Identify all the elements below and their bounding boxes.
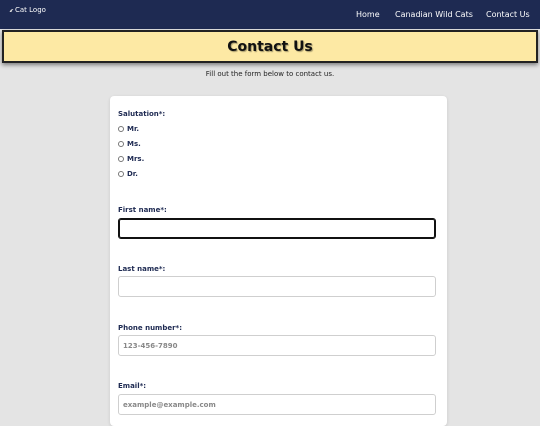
nav-link-home[interactable]: Home bbox=[356, 10, 380, 19]
nav-link-canadian-wild-cats[interactable]: Canadian Wild Cats bbox=[395, 10, 473, 19]
phone-number-label: Phone number*: bbox=[118, 324, 183, 332]
salutation-option-ms[interactable]: Ms. bbox=[118, 140, 141, 148]
logo-text: Cat Logo bbox=[15, 6, 46, 14]
radio-label: Mrs. bbox=[127, 155, 145, 163]
site-logo[interactable]: Cat Logo bbox=[9, 6, 46, 14]
radio-button[interactable] bbox=[118, 156, 124, 162]
salutation-label: Salutation*: bbox=[118, 110, 166, 118]
page-banner: Contact Us bbox=[2, 30, 538, 63]
first-name-input[interactable] bbox=[118, 218, 436, 239]
radio-label: Dr. bbox=[127, 170, 138, 178]
last-name-label: Last name*: bbox=[118, 265, 166, 273]
intro-text: Fill out the form below to contact us. bbox=[205, 70, 335, 78]
contact-form: Salutation*: Mr. Ms. Mrs. Dr. First name… bbox=[110, 96, 447, 426]
radio-label: Mr. bbox=[127, 125, 140, 133]
top-navbar: Cat Logo Home Canadian Wild Cats Contact… bbox=[0, 0, 540, 29]
salutation-option-mr[interactable]: Mr. bbox=[118, 125, 139, 133]
phone-number-input[interactable] bbox=[118, 335, 436, 356]
last-name-input[interactable] bbox=[118, 276, 436, 297]
radio-button[interactable] bbox=[118, 171, 124, 177]
radio-label: Ms. bbox=[127, 140, 141, 148]
nav-link-contact-us[interactable]: Contact Us bbox=[486, 10, 530, 19]
page-title: Contact Us bbox=[227, 38, 313, 55]
image-icon bbox=[9, 8, 14, 12]
salutation-option-mrs[interactable]: Mrs. bbox=[118, 155, 144, 163]
first-name-label: First name*: bbox=[118, 206, 167, 214]
salutation-option-dr[interactable]: Dr. bbox=[118, 170, 138, 178]
email-label: Email*: bbox=[118, 382, 147, 390]
radio-button[interactable] bbox=[118, 141, 124, 147]
radio-button[interactable] bbox=[118, 126, 124, 132]
